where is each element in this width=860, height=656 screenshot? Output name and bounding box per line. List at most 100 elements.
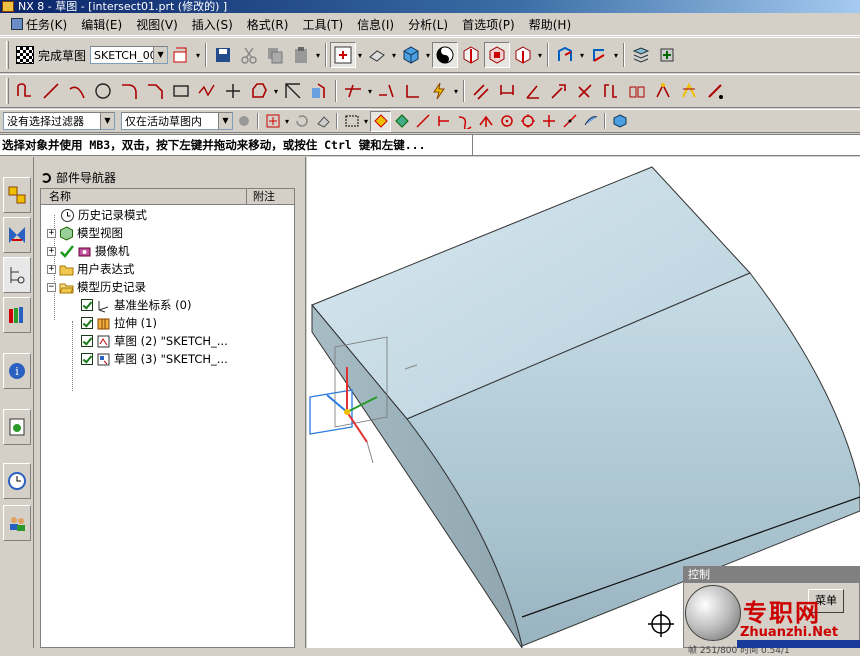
chevron-down-icon[interactable]: ▾ — [578, 51, 586, 60]
checkbox-checked[interactable] — [81, 335, 93, 347]
tree-item-user-expressions[interactable]: + 用户表达式 — [47, 260, 135, 278]
checkbox-checked[interactable] — [81, 353, 93, 365]
fit-view-button[interactable] — [330, 42, 357, 68]
tab-hd3d-tools[interactable]: i — [3, 353, 31, 389]
constraint-vertical-button[interactable] — [520, 78, 546, 104]
checkbox-checked[interactable] — [81, 299, 93, 311]
wcs-orient-button[interactable] — [586, 42, 612, 68]
snap-midpoint-button[interactable] — [412, 111, 433, 132]
save-button[interactable] — [210, 42, 236, 68]
constraint-coincident-button[interactable] — [572, 78, 598, 104]
clip-section-button[interactable] — [484, 42, 511, 68]
chevron-down-icon[interactable]: ▾ — [283, 117, 291, 126]
constraint-fixed-button[interactable] — [546, 78, 572, 104]
pin-icon[interactable] — [41, 172, 51, 183]
chevron-down-icon[interactable]: ▾ — [272, 87, 280, 96]
finish-sketch-button[interactable]: 完成草图 — [12, 42, 90, 68]
tree-item-sketch-2[interactable]: 草图 (2) "SKETCH_... — [81, 332, 228, 350]
snap-quadrant-button[interactable] — [517, 111, 538, 132]
cut-button[interactable] — [236, 42, 262, 68]
tab-roles[interactable] — [3, 505, 31, 541]
chevron-down-icon[interactable]: ▾ — [452, 87, 460, 96]
tree-item-model-views[interactable]: + 模型视图 — [47, 224, 123, 242]
snap-curve-button[interactable] — [454, 111, 475, 132]
copy-button[interactable] — [262, 42, 288, 68]
sketch-name-select[interactable]: SKETCH_002 ▼ — [90, 46, 169, 64]
point-button[interactable] — [220, 78, 246, 104]
chevron-down-icon[interactable]: ▾ — [536, 51, 544, 60]
expand-toggle[interactable]: + — [47, 246, 56, 256]
orient-view-to-sketch-button[interactable] — [168, 42, 194, 68]
collapse-toggle[interactable]: − — [47, 282, 56, 292]
menu-help[interactable]: 帮助(H) — [522, 14, 578, 34]
toolbar-overflow-icon[interactable]: ▾ — [194, 51, 202, 60]
studio-spline-button[interactable] — [246, 78, 272, 104]
menu-task[interactable]: 任务(K) — [4, 14, 74, 34]
quick-trim-button[interactable] — [340, 78, 366, 104]
chevron-down-icon[interactable]: ▾ — [356, 51, 364, 60]
tree-item-history-mode[interactable]: 历史记录模式 — [60, 206, 147, 224]
polygon-button[interactable] — [194, 78, 220, 104]
animate-dim-button[interactable] — [650, 78, 676, 104]
chevron-down-icon[interactable]: ▾ — [390, 51, 398, 60]
select-body-button[interactable] — [609, 111, 630, 132]
constraint-dim-button[interactable] — [494, 78, 520, 104]
menu-insert[interactable]: 插入(S) — [185, 14, 240, 34]
tab-constraint-navigator[interactable] — [3, 217, 31, 253]
profile-button[interactable] — [12, 78, 38, 104]
menu-edit[interactable]: 编辑(E) — [74, 14, 129, 34]
edit-section-button[interactable] — [458, 42, 484, 68]
tree-item-datum-csys[interactable]: 基准坐标系 (0) — [81, 296, 191, 314]
column-name-header[interactable]: 名称 — [49, 189, 71, 204]
snap-endpoint-button[interactable] — [391, 111, 412, 132]
chevron-down-icon[interactable]: ▾ — [366, 87, 374, 96]
toolbar-grip[interactable] — [6, 78, 9, 104]
tree-item-model-history[interactable]: − 模型历史记录 — [47, 278, 146, 296]
snap-control-button[interactable] — [433, 111, 454, 132]
offset-curve-button[interactable] — [280, 78, 306, 104]
layer-settings-button[interactable] — [628, 42, 654, 68]
expand-toggle[interactable]: + — [47, 228, 56, 238]
constraint-horizontal-button[interactable] — [598, 78, 624, 104]
paste-button[interactable] — [288, 42, 314, 68]
reset-filter-button[interactable] — [291, 111, 312, 132]
new-section-button[interactable] — [510, 42, 536, 68]
general-filter-button[interactable] — [233, 111, 254, 132]
rectangle-button[interactable] — [168, 78, 194, 104]
arc-button[interactable] — [64, 78, 90, 104]
snap-point-on-curve-button[interactable] — [559, 111, 580, 132]
rect-select-button[interactable] — [341, 111, 362, 132]
tree-item-camera[interactable]: + 摄像机 — [47, 242, 130, 260]
menu-view[interactable]: 视图(V) — [129, 14, 185, 34]
csys-origin[interactable] — [344, 409, 350, 415]
menu-preferences[interactable]: 首选项(P) — [455, 14, 522, 34]
tree-item-extrude[interactable]: 拉伸 (1) — [81, 314, 157, 332]
tab-reuse-library[interactable] — [3, 297, 31, 333]
overflow-more-button[interactable] — [702, 78, 728, 104]
snap-point-on-surface-button[interactable] — [580, 111, 601, 132]
rendering-style-button[interactable] — [398, 42, 424, 68]
constraint-parallel-button[interactable] — [468, 78, 494, 104]
wcs-dynamics-button[interactable] — [552, 42, 578, 68]
chevron-down-icon[interactable]: ▾ — [612, 51, 620, 60]
snap-arc-center-button[interactable] — [496, 111, 517, 132]
circle-button[interactable] — [90, 78, 116, 104]
background-button[interactable] — [432, 42, 459, 68]
type-filter-select[interactable]: 没有选择过滤器 ▼ — [3, 112, 115, 130]
menu-format[interactable]: 格式(R) — [240, 14, 296, 34]
tab-web-browser[interactable] — [3, 409, 31, 445]
toolbar-grip[interactable] — [6, 41, 9, 69]
select-all-button[interactable] — [262, 111, 283, 132]
menu-analysis[interactable]: 分析(L) — [401, 14, 455, 34]
show-constraints-button[interactable] — [624, 78, 650, 104]
toolbar-overflow-icon[interactable]: ▾ — [314, 51, 322, 60]
selection-scope-select[interactable]: 仅在活动草图内 ▼ — [121, 112, 233, 130]
expand-toggle[interactable]: + — [47, 264, 56, 274]
snap-intersection-button[interactable] — [475, 111, 496, 132]
chevron-down-icon[interactable]: ▾ — [424, 51, 432, 60]
menu-info[interactable]: 信息(I) — [350, 14, 401, 34]
lightning-button[interactable] — [426, 78, 452, 104]
snap-existing-point-button[interactable] — [538, 111, 559, 132]
menu-tools[interactable]: 工具(T) — [295, 14, 350, 34]
tree-item-sketch-3[interactable]: 草图 (3) "SKETCH_... — [81, 350, 228, 368]
